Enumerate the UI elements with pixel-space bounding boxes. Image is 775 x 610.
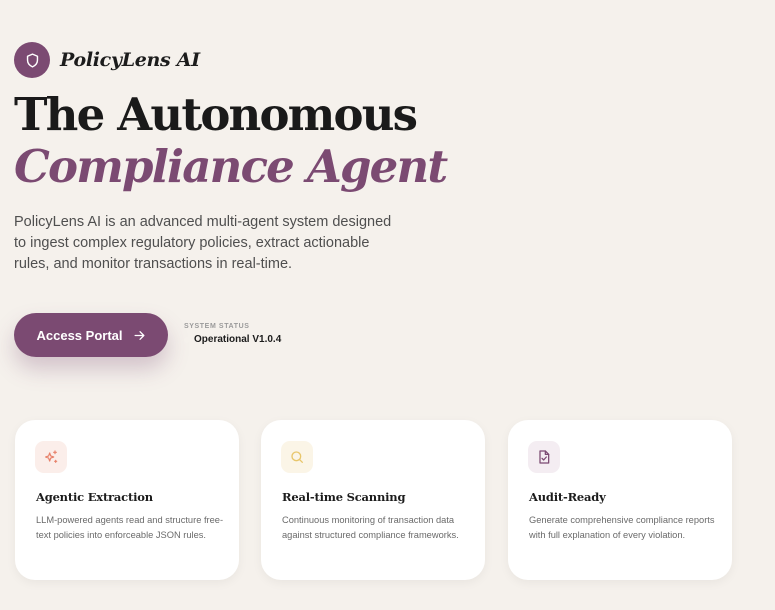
feature-title: Audit-Ready <box>529 490 606 504</box>
shield-icon <box>26 52 38 68</box>
feature-card-audit-ready: Audit-Ready Generate comprehensive compl… <box>508 420 732 580</box>
access-portal-label: Access Portal <box>36 327 123 343</box>
system-status-value: Operational V1.0.4 <box>194 334 282 345</box>
arrow-right-icon <box>134 330 144 340</box>
feature-card-agentic-extraction: Agentic Extraction LLM-powered agents re… <box>15 420 239 580</box>
feature-icon-container <box>528 441 560 473</box>
landing-page: PolicyLens AI The Autonomous Compliance … <box>0 0 775 610</box>
feature-title: Real-time Scanning <box>282 490 406 504</box>
brand[interactable]: PolicyLens AI <box>14 42 200 78</box>
sparkles-icon <box>45 450 58 463</box>
feature-icon-container <box>281 441 313 473</box>
brand-name: PolicyLens AI <box>60 49 200 71</box>
feature-icon-container <box>35 441 67 473</box>
system-status-label: SYSTEM STATUS <box>184 323 250 330</box>
hero-title-line1: The Autonomous <box>14 88 418 141</box>
feature-description: Generate comprehensive compliance report… <box>529 515 715 540</box>
access-portal-button[interactable]: Access Portal <box>14 313 168 357</box>
feature-description: Continuous monitoring of transaction dat… <box>282 515 459 540</box>
feature-description: LLM-powered agents read and structure fr… <box>36 515 224 540</box>
brand-badge <box>14 42 50 78</box>
feature-title: Agentic Extraction <box>36 490 153 504</box>
hero-title-line2: Compliance Agent <box>14 140 448 193</box>
file-check-icon <box>539 450 550 464</box>
hero-description: PolicyLens AI is an advanced multi-agent… <box>14 214 392 272</box>
search-icon <box>291 451 303 463</box>
status-dot <box>184 336 190 343</box>
feature-card-real-time-scanning: Real-time Scanning Continuous monitoring… <box>261 420 485 580</box>
system-status: Operational V1.0.4 <box>184 334 281 345</box>
